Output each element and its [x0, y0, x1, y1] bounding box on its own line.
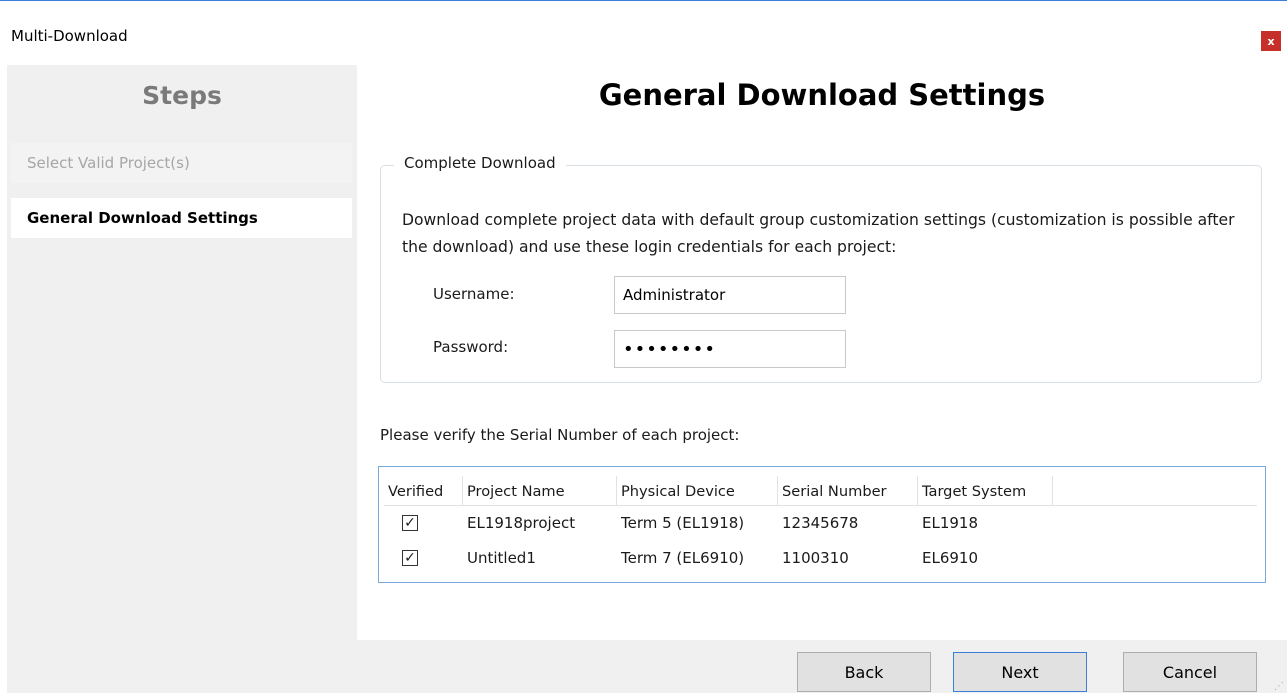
- cancel-button[interactable]: Cancel: [1123, 652, 1257, 692]
- cell-serial-number: 12345678: [782, 514, 859, 532]
- cell-project-name: Untitled1: [467, 549, 536, 567]
- cell-target-system: EL6910: [922, 549, 979, 567]
- column-header-filler: [1053, 476, 1257, 506]
- step-select-valid-projects[interactable]: Select Valid Project(s): [11, 143, 352, 183]
- verified-checkbox[interactable]: ✓: [402, 515, 418, 531]
- column-header-target-system[interactable]: Target System: [918, 476, 1053, 506]
- cell-target-system: EL1918: [922, 514, 979, 532]
- table-row[interactable]: ✓ EL1918project Term 5 (EL1918) 12345678…: [384, 508, 1257, 538]
- cell-project-name: EL1918project: [467, 514, 576, 532]
- cell-serial-number: 1100310: [782, 549, 849, 567]
- projects-table: Verified Project Name Physical Device Se…: [378, 466, 1266, 583]
- cell-physical-device: Term 7 (EL6910): [621, 549, 745, 567]
- cell-physical-device: Term 5 (EL1918): [621, 514, 745, 532]
- username-field[interactable]: [614, 276, 846, 314]
- verify-instruction: Please verify the Serial Number of each …: [380, 426, 740, 444]
- password-field[interactable]: [614, 330, 846, 368]
- password-label: Password:: [433, 338, 509, 356]
- step-general-download-settings[interactable]: General Download Settings: [11, 198, 352, 238]
- back-button[interactable]: Back: [797, 652, 931, 692]
- page-title: General Download Settings: [598, 78, 1046, 112]
- close-button[interactable]: x: [1261, 31, 1281, 51]
- column-header-physical-device[interactable]: Physical Device: [617, 476, 778, 506]
- next-button[interactable]: Next: [953, 652, 1087, 692]
- column-header-serial-number[interactable]: Serial Number: [778, 476, 918, 506]
- window-title: Multi-Download: [11, 27, 128, 45]
- table-header: Verified Project Name Physical Device Se…: [384, 476, 1257, 506]
- username-label: Username:: [433, 285, 515, 303]
- group-legend: Complete Download: [394, 154, 566, 172]
- sidebar-title: Steps: [142, 81, 222, 110]
- table-row[interactable]: ✓ Untitled1 Term 7 (EL6910) 1100310 EL69…: [384, 543, 1257, 573]
- resize-grip-icon[interactable]: ⋰: [1274, 681, 1286, 693]
- title-bar: Multi-Download x: [0, 1, 1287, 65]
- column-header-project-name[interactable]: Project Name: [463, 476, 617, 506]
- column-header-verified[interactable]: Verified: [384, 476, 463, 506]
- multi-download-window: Multi-Download x Steps Select Valid Proj…: [0, 0, 1287, 693]
- verified-checkbox[interactable]: ✓: [402, 550, 418, 566]
- button-bar: [7, 640, 1287, 693]
- close-icon: x: [1267, 34, 1275, 48]
- group-description: Download complete project data with defa…: [402, 211, 1235, 256]
- steps-sidebar: Steps Select Valid Project(s) General Do…: [7, 65, 357, 640]
